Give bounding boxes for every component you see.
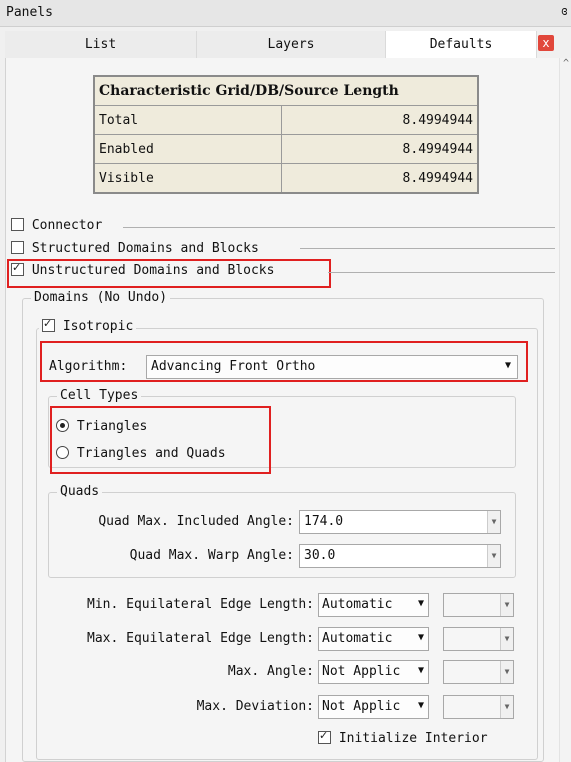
quad-max-warp-input[interactable]: 30.0 ▼: [299, 544, 501, 568]
chevron-down-icon[interactable]: ▼: [500, 628, 513, 650]
max-deviation-value-input[interactable]: ▼: [443, 695, 514, 719]
triangles-quads-radio[interactable]: [56, 446, 69, 459]
structured-section[interactable]: Structured Domains and Blocks: [11, 241, 259, 256]
connector-section[interactable]: Connector: [11, 218, 102, 233]
row-label: Visible: [93, 163, 282, 194]
table-row: Total 8.4994944: [93, 105, 479, 135]
max-angle-select[interactable]: Not Applic ▼: [318, 660, 429, 684]
close-icon[interactable]: x: [538, 35, 554, 51]
algorithm-value: Advancing Front Ortho: [151, 359, 316, 374]
divider: [123, 227, 555, 228]
chevron-down-icon[interactable]: ▼: [487, 545, 500, 567]
tab-layers[interactable]: Layers: [197, 31, 386, 58]
tab-defaults-label: Defaults: [429, 37, 493, 52]
triangles-option[interactable]: Triangles: [56, 419, 147, 434]
min-equilateral-select[interactable]: Automatic ▼: [318, 593, 429, 617]
initialize-interior-label: Initialize Interior: [338, 731, 488, 746]
divider: [328, 272, 555, 273]
quad-max-included-label: Quad Max. Included Angle:: [98, 514, 294, 529]
table-header-row: Characteristic Grid/DB/Source Length: [93, 75, 479, 106]
vertical-scrollbar[interactable]: ^: [559, 58, 571, 762]
structured-label: Structured Domains and Blocks: [31, 241, 259, 256]
initialize-interior-toggle[interactable]: Initialize Interior: [318, 729, 488, 746]
initialize-interior-checkbox[interactable]: [318, 729, 331, 744]
tab-layers-label: Layers: [267, 37, 315, 52]
triangles-quads-label: Triangles and Quads: [76, 446, 226, 461]
table-header: Characteristic Grid/DB/Source Length: [93, 75, 479, 106]
unstructured-checkbox[interactable]: [11, 261, 24, 276]
chevron-down-icon[interactable]: ▼: [500, 696, 513, 718]
max-equilateral-value-input[interactable]: ▼: [443, 627, 514, 651]
chevron-down-icon[interactable]: ▼: [487, 511, 500, 533]
algorithm-label: Algorithm:: [49, 359, 128, 374]
domains-title: Domains (No Undo): [31, 290, 171, 305]
panels-header: Panels ɞ: [0, 0, 571, 27]
defaults-panel: Characteristic Grid/DB/Source Length Tot…: [5, 58, 559, 762]
max-deviation-value: Not Applic: [322, 699, 401, 714]
tab-list[interactable]: List: [5, 31, 197, 58]
quad-max-warp-label: Quad Max. Warp Angle:: [129, 548, 294, 563]
scroll-up-icon[interactable]: ^: [560, 58, 571, 70]
chevron-down-icon: ▼: [417, 700, 424, 711]
tab-bar: List Layers Defaults: [5, 31, 566, 58]
max-angle-value: Not Applic: [322, 664, 401, 679]
chevron-down-icon: ▼: [417, 665, 424, 676]
chevron-down-icon: ▼: [417, 632, 424, 643]
row-label: Total: [93, 105, 282, 135]
chevron-down-icon: ▼: [417, 598, 424, 609]
row-value: 8.4994944: [281, 105, 479, 135]
min-equilateral-value: Automatic: [322, 597, 393, 612]
min-equilateral-label: Min. Equilateral Edge Length:: [87, 597, 314, 612]
tab-list-label: List: [84, 37, 117, 52]
isotropic-toggle[interactable]: Isotropic: [39, 317, 137, 334]
float-panel-icon[interactable]: ɞ: [561, 4, 568, 18]
max-equilateral-select[interactable]: Automatic ▼: [318, 627, 429, 651]
quads-title: Quads: [57, 484, 103, 499]
table-row: Enabled 8.4994944: [93, 134, 479, 164]
triangles-quads-option[interactable]: Triangles and Quads: [56, 446, 226, 461]
max-deviation-label: Max. Deviation:: [196, 699, 314, 714]
quad-max-included-value: 174.0: [304, 514, 344, 529]
unstructured-section[interactable]: Unstructured Domains and Blocks: [11, 261, 275, 278]
connector-label: Connector: [31, 218, 103, 233]
max-angle-value-input[interactable]: ▼: [443, 660, 514, 684]
unstructured-label: Unstructured Domains and Blocks: [31, 263, 275, 278]
chevron-down-icon[interactable]: ▼: [500, 661, 513, 683]
row-value: 8.4994944: [281, 134, 479, 164]
max-equilateral-label: Max. Equilateral Edge Length:: [87, 631, 314, 646]
max-deviation-select[interactable]: Not Applic ▼: [318, 695, 429, 719]
max-equilateral-value: Automatic: [322, 631, 393, 646]
panels-title: Panels: [6, 5, 53, 20]
cell-types-highlight: [50, 406, 271, 474]
chevron-down-icon[interactable]: ▼: [500, 594, 513, 616]
isotropic-checkbox[interactable]: [42, 317, 55, 332]
triangles-radio[interactable]: [56, 419, 69, 432]
structured-checkbox[interactable]: [11, 241, 24, 254]
characteristic-length-table: Characteristic Grid/DB/Source Length Tot…: [93, 75, 479, 194]
algorithm-select[interactable]: Advancing Front Ortho ▼: [146, 355, 518, 379]
table-row: Visible 8.4994944: [93, 163, 479, 194]
row-value: 8.4994944: [281, 163, 479, 194]
connector-checkbox[interactable]: [11, 218, 24, 231]
triangles-label: Triangles: [76, 419, 148, 434]
isotropic-label: Isotropic: [62, 319, 134, 334]
divider: [300, 248, 555, 249]
chevron-down-icon: ▼: [504, 360, 511, 371]
min-equilateral-value-input[interactable]: ▼: [443, 593, 514, 617]
quad-max-warp-value: 30.0: [304, 548, 336, 563]
max-angle-label: Max. Angle:: [227, 664, 314, 679]
tab-defaults[interactable]: Defaults: [386, 31, 537, 58]
quad-max-included-input[interactable]: 174.0 ▼: [299, 510, 501, 534]
cell-types-title: Cell Types: [57, 388, 142, 403]
row-label: Enabled: [93, 134, 282, 164]
